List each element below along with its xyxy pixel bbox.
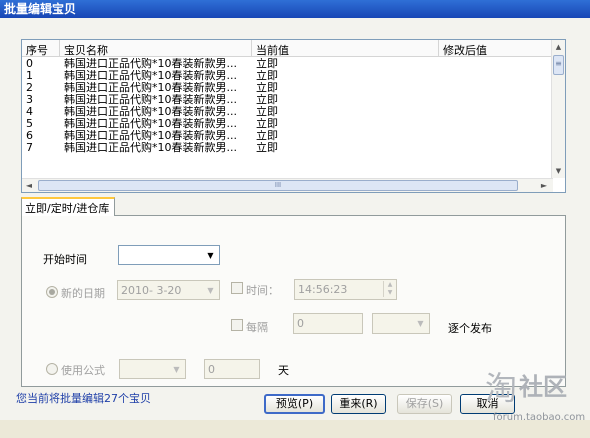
row-number-cell: 5: [26, 118, 33, 130]
watermark-url: forum.taobao.com: [493, 412, 586, 423]
start-time-select[interactable]: ▼: [118, 245, 220, 265]
publish-one-by-one-label: 逐个发布: [448, 322, 492, 335]
item-name-cell: 韩国进口正品代购*10春装新款男...: [64, 142, 237, 154]
new-value-cell: [439, 118, 553, 130]
date-picker[interactable]: 2010- 3-20 ▼: [117, 280, 220, 300]
horizontal-scroll-thumb[interactable]: III: [38, 180, 518, 191]
time-checkbox[interactable]: [231, 282, 243, 294]
formula-input[interactable]: 0: [204, 359, 260, 379]
chevron-down-icon: ▼: [417, 319, 424, 328]
table-row[interactable]: 1 韩国进口正品代购*10春装新款男... 立即: [22, 70, 553, 82]
new-value-cell: [439, 82, 553, 94]
current-value-cell: 立即: [256, 142, 278, 154]
row-number-cell: 0: [26, 58, 33, 70]
column-header-item-name[interactable]: 宝贝名称: [60, 40, 252, 56]
horizontal-scrollbar[interactable]: ◄ III ►: [22, 178, 553, 192]
current-value-cell: 立即: [256, 82, 278, 94]
list-header: 序号 宝贝名称 当前值 修改后值: [22, 40, 553, 57]
item-name-cell: 韩国进口正品代购*10春装新款男...: [64, 70, 237, 82]
watermark-text: 社区: [519, 373, 567, 401]
current-value-cell: 立即: [256, 70, 278, 82]
scroll-down-icon[interactable]: ▼: [552, 164, 565, 178]
new-value-cell: [439, 70, 553, 82]
item-name-cell: 韩国进口正品代购*10春装新款男...: [64, 58, 237, 70]
current-value-cell: 立即: [256, 58, 278, 70]
row-number-cell: 4: [26, 106, 33, 118]
window-title: 批量编辑宝贝: [0, 0, 590, 18]
interval-unit-select[interactable]: ▼: [372, 313, 430, 334]
item-name-cell: 韩国进口正品代购*10春装新款男...: [64, 106, 237, 118]
item-list[interactable]: 序号 宝贝名称 当前值 修改后值 0 韩国进口正品代购*10春装新款男... 立即 1…: [21, 39, 566, 193]
current-value-cell: 立即: [256, 94, 278, 106]
spin-down-icon[interactable]: ▼: [384, 289, 396, 297]
tab-immediate-scheduled-warehouse[interactable]: 立即/定时/进仓库: [21, 197, 115, 216]
new-value-cell: [439, 106, 553, 118]
interval-input-value: 0: [297, 317, 304, 330]
time-spinner[interactable]: ▲ ▼: [383, 281, 396, 297]
current-value-cell: 立即: [256, 118, 278, 130]
row-number-cell: 2: [26, 82, 33, 94]
time-input-value: 14:56:23: [298, 283, 348, 296]
watermark: 淘 社区 forum.taobao.com: [485, 368, 590, 438]
table-row[interactable]: 5 韩国进口正品代购*10春装新款男... 立即: [22, 118, 553, 130]
current-value-cell: 立即: [256, 130, 278, 142]
item-name-cell: 韩国进口正品代购*10春装新款男...: [64, 118, 237, 130]
reset-button[interactable]: 重来(R): [331, 394, 386, 414]
table-row[interactable]: 3 韩国进口正品代购*10春装新款男... 立即: [22, 94, 553, 106]
spin-up-icon[interactable]: ▲: [384, 281, 396, 289]
current-value-cell: 立即: [256, 106, 278, 118]
column-header-number[interactable]: 序号: [22, 40, 60, 56]
scroll-right-icon[interactable]: ►: [537, 179, 551, 193]
batch-edit-dialog: 序号 宝贝名称 当前值 修改后值 0 韩国进口正品代购*10春装新款男... 立即 1…: [0, 18, 590, 423]
new-value-cell: [439, 142, 553, 154]
interval-input[interactable]: 0: [293, 313, 363, 334]
save-button[interactable]: 保存(S): [397, 394, 452, 414]
column-header-new-value[interactable]: 修改后值: [439, 40, 553, 56]
formula-select[interactable]: ▼: [119, 359, 186, 379]
time-input[interactable]: 14:56:23 ▲ ▼: [294, 279, 397, 300]
row-number-cell: 7: [26, 142, 33, 154]
table-row[interactable]: 2 韩国进口正品代购*10春装新款男... 立即: [22, 82, 553, 94]
use-formula-label: 使用公式: [61, 364, 105, 377]
vertical-scrollbar[interactable]: ▲ ≡ ▼: [551, 40, 565, 178]
row-number-cell: 6: [26, 130, 33, 142]
row-number-cell: 3: [26, 94, 33, 106]
chevron-down-icon: ▼: [207, 251, 214, 260]
interval-checkbox[interactable]: [231, 319, 243, 331]
row-number-cell: 1: [26, 70, 33, 82]
new-value-cell: [439, 130, 553, 142]
formula-input-value: 0: [208, 363, 215, 376]
table-row[interactable]: 7 韩国进口正品代购*10春装新款男... 立即: [22, 142, 553, 154]
scroll-left-icon[interactable]: ◄: [22, 179, 36, 193]
list-body: 0 韩国进口正品代购*10春装新款男... 立即 1 韩国进口正品代购*10春装新款男.…: [22, 58, 553, 178]
status-text: 您当前将批量编辑27个宝贝: [16, 392, 151, 405]
date-picker-value: 2010- 3-20: [121, 284, 182, 297]
table-row[interactable]: 6 韩国进口正品代购*10春装新款男... 立即: [22, 130, 553, 142]
new-value-cell: [439, 94, 553, 106]
table-row[interactable]: 0 韩国进口正品代购*10春装新款男... 立即: [22, 58, 553, 70]
preview-button[interactable]: 预览(P): [264, 394, 325, 414]
chevron-down-icon: ▼: [173, 365, 180, 374]
table-row[interactable]: 4 韩国进口正品代购*10春装新款男... 立即: [22, 106, 553, 118]
new-value-cell: [439, 58, 553, 70]
vertical-scroll-thumb[interactable]: ≡: [553, 55, 564, 75]
tab-panel: 开始时间 ▼ 新的日期 2010- 3-20 ▼ 时间： 14:56:23 ▲ …: [21, 215, 566, 387]
interval-label: 每隔: [246, 321, 268, 334]
item-name-cell: 韩国进口正品代购*10春装新款男...: [64, 82, 237, 94]
watermark-logo: 淘: [485, 369, 518, 407]
time-label: 时间：: [246, 284, 279, 297]
item-name-cell: 韩国进口正品代购*10春装新款男...: [64, 94, 237, 106]
scroll-up-icon[interactable]: ▲: [552, 40, 565, 54]
column-header-current-value[interactable]: 当前值: [252, 40, 439, 56]
new-date-radio[interactable]: [46, 286, 58, 298]
chevron-down-icon: ▼: [207, 286, 214, 295]
day-unit-label: 天: [278, 364, 289, 377]
new-date-label: 新的日期: [61, 287, 105, 300]
use-formula-radio[interactable]: [46, 363, 58, 375]
item-name-cell: 韩国进口正品代购*10春装新款男...: [64, 130, 237, 142]
start-time-label: 开始时间: [43, 253, 87, 266]
